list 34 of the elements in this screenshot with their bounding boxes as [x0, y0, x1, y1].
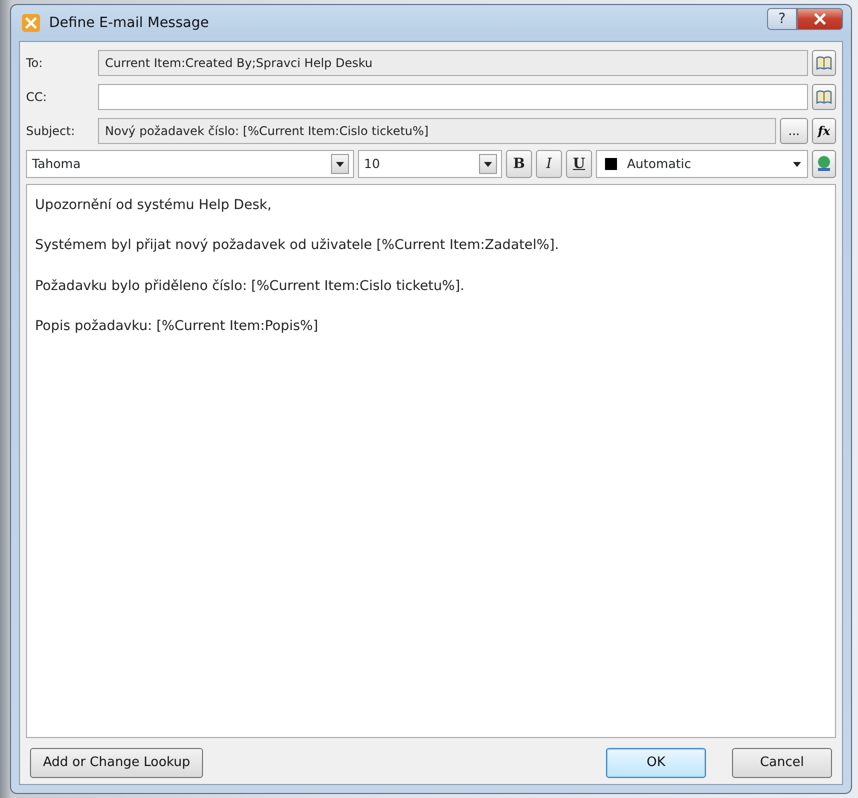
- field-label: Subject:: [26, 123, 76, 140]
- dropdown-arrow-icon[interactable]: [793, 162, 801, 166]
- field-label: CC:: [26, 89, 48, 106]
- address-book-button[interactable]: [812, 50, 836, 76]
- address-book-button[interactable]: [812, 84, 836, 110]
- bold-button[interactable]: B: [506, 150, 532, 178]
- paragraph: Systémem byl přijat nový požadavek od uživatele [%Current Item:Zadatel%].: [35, 236, 560, 256]
- dialog-button[interactable]: Add or Change Lookup: [30, 748, 204, 778]
- insert-link-button[interactable]: [812, 150, 836, 178]
- color-combo[interactable]: Automatic: [596, 150, 808, 178]
- font-combo[interactable]: Tahoma: [26, 150, 354, 178]
- book-icon: [816, 90, 832, 104]
- text-field[interactable]: Current Item:Created By;Spravci Help Desku: [98, 50, 808, 76]
- color-swatch-icon: [605, 158, 617, 170]
- globe-link-icon: [815, 155, 833, 173]
- close-icon: [813, 13, 827, 25]
- field-label: To:: [26, 55, 44, 72]
- underline-button[interactable]: U: [566, 150, 592, 178]
- book-icon: [816, 56, 832, 70]
- close-button[interactable]: [797, 8, 843, 30]
- function-button[interactable]: fx: [812, 118, 836, 144]
- size-combo[interactable]: 10: [358, 150, 502, 178]
- paragraph: Požadavku bylo přiděleno číslo: [%Current Item:Cislo ticketu%].: [35, 276, 466, 296]
- ellipsis-button[interactable]: ...: [780, 118, 808, 144]
- paragraph: Popis požadavku: [%Current Item:Popis%]: [35, 316, 320, 336]
- italic-button[interactable]: I: [536, 150, 562, 178]
- text-field[interactable]: [98, 84, 808, 110]
- paragraph: Upozornění od systému Help Desk,: [35, 196, 273, 215]
- dialog-button[interactable]: Cancel: [732, 748, 832, 778]
- help-button[interactable]: ?: [767, 8, 797, 30]
- dialog-button[interactable]: OK: [606, 748, 706, 778]
- window-title: Define E-mail Message: [49, 14, 209, 32]
- app-icon: [21, 13, 41, 33]
- text-field[interactable]: Nový požadavek číslo: [%Current Item:Cislo ticketu%]: [98, 118, 776, 144]
